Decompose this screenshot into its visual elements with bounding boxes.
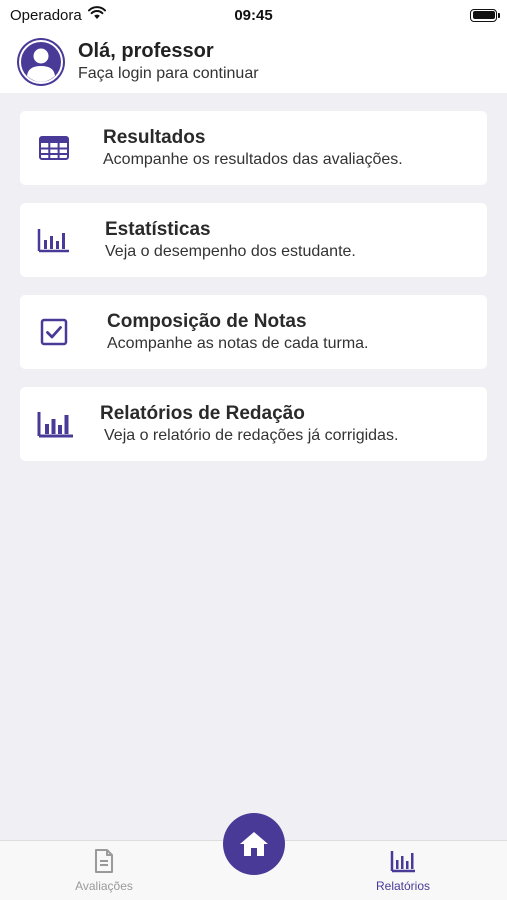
status-left: Operadora bbox=[10, 6, 106, 24]
tab-label: Avaliações bbox=[75, 879, 133, 893]
tab-label: Relatórios bbox=[375, 879, 431, 893]
card-description: Veja o desempenho dos estudante. bbox=[105, 242, 356, 260]
card-resultados[interactable]: Resultados Acompanhe os resultados das a… bbox=[20, 111, 487, 185]
profile-header[interactable]: Olá, professor Faça login para continuar bbox=[0, 30, 507, 93]
card-composicao-notas[interactable]: Composição de Notas Acompanhe as notas d… bbox=[20, 295, 487, 369]
bar-chart-icon bbox=[390, 851, 415, 873]
greeting: Olá, professor bbox=[78, 40, 214, 62]
carrier-label: Operadora bbox=[10, 6, 82, 24]
wifi-icon bbox=[87, 6, 106, 24]
checkbox-icon bbox=[40, 318, 68, 346]
user-icon bbox=[19, 39, 63, 84]
home-button[interactable] bbox=[223, 813, 285, 875]
card-description: Acompanhe as notas de cada turma. bbox=[107, 334, 369, 352]
card-title: Composição de Notas bbox=[107, 310, 307, 332]
card-estatisticas[interactable]: Estatísticas Veja o desempenho dos estud… bbox=[20, 203, 487, 277]
card-description: Veja o relatório de redações já corrigid… bbox=[104, 426, 399, 444]
login-subtitle: Faça login para continuar bbox=[78, 65, 259, 82]
card-description: Acompanhe os resultados das avaliações. bbox=[103, 150, 403, 168]
battery-icon bbox=[470, 8, 500, 22]
avatar[interactable] bbox=[17, 37, 65, 86]
card-title: Resultados bbox=[103, 126, 206, 148]
table-icon bbox=[39, 136, 69, 160]
bar-chart-icon bbox=[37, 229, 69, 253]
home-icon bbox=[240, 832, 268, 856]
card-title: Relatórios de Redação bbox=[100, 402, 305, 424]
status-bar: Operadora 09:45 bbox=[0, 0, 507, 30]
tab-avaliacoes[interactable]: Avaliações bbox=[44, 849, 164, 893]
header-text: Olá, professor Faça login para continuar bbox=[78, 39, 259, 84]
bar-chart-icon bbox=[37, 412, 73, 438]
tab-relatorios[interactable]: Relatórios bbox=[343, 849, 463, 893]
status-time: 09:45 bbox=[234, 6, 273, 24]
document-icon bbox=[95, 849, 113, 873]
card-relatorios-redacao[interactable]: Relatórios de Redação Veja o relatório d… bbox=[20, 387, 487, 461]
card-title: Estatísticas bbox=[105, 218, 211, 240]
